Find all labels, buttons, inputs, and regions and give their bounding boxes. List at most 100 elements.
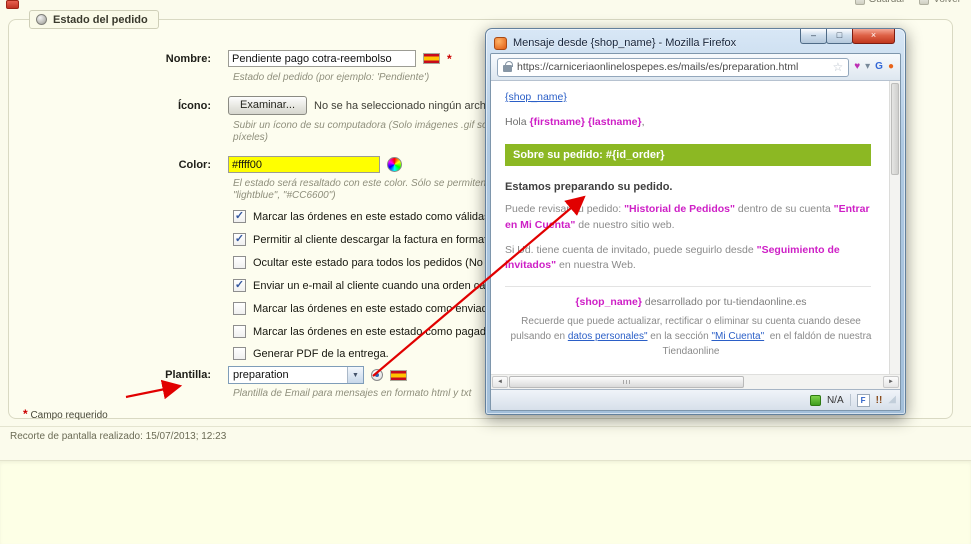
powered-by-text: desarrollado por tu-tiendaonline.es: [641, 296, 807, 308]
color-picker-icon[interactable]: [387, 157, 402, 172]
checkbox-label: Marcar las órdenes en este estado como v…: [253, 210, 493, 223]
color-label: Color:: [178, 158, 211, 171]
save-icon: [854, 0, 865, 5]
status-bar: N/A F !! ◢: [491, 389, 900, 410]
personal-data-link[interactable]: datos personales": [568, 331, 648, 342]
checkbox-row-pdf: Generar PDF de la entrega.: [233, 347, 389, 360]
save-button[interactable]: Guardar: [854, 0, 906, 5]
screenshot-caption: Recorte de pantalla realizado: 15/07/201…: [10, 431, 227, 442]
icon-label: Ícono:: [178, 99, 211, 112]
checkbox-set-shipped[interactable]: [233, 302, 246, 315]
greeting-text: Hola: [505, 116, 530, 128]
template-label: Plantilla:: [165, 369, 211, 381]
checkbox-send-email[interactable]: ✓: [233, 279, 246, 292]
navigation-bar: https://carniceriaonlinelospepes.es/mail…: [491, 54, 900, 81]
required-note-text: Campo requerido: [27, 410, 108, 421]
order-state-icon: [36, 14, 47, 25]
checkbox-generate-delivery-pdf[interactable]: [233, 347, 246, 360]
checkbox-label: Permitir al cliente descargar la factura…: [253, 233, 504, 246]
required-asterisk: *: [447, 51, 452, 66]
name-help: Estado del pedido (por ejemplo: 'Pendien…: [233, 72, 430, 83]
back-button-label: Volver: [933, 0, 961, 5]
history-dropdown-icon[interactable]: ▾: [865, 62, 870, 72]
window-red-icon: [6, 0, 19, 9]
scroll-left-icon[interactable]: ◄: [492, 376, 508, 388]
mi-cuenta-link[interactable]: "Mi Cuenta": [711, 331, 764, 342]
spain-flag-icon[interactable]: [390, 369, 407, 381]
shop-name-link[interactable]: {shop_name}: [505, 91, 567, 103]
google-icon[interactable]: G: [875, 62, 883, 72]
checkbox-row-email: ✓ Enviar un e-mail al cliente cuando una…: [233, 279, 509, 292]
url-field[interactable]: https://carniceriaonlinelospepes.es/mail…: [497, 57, 850, 77]
no-file-text: No se ha seleccionado ningún archivo.: [314, 99, 503, 112]
checkbox-row-hide: Ocultar este estado para todos los pedid…: [233, 256, 507, 269]
checkbox-consider-valid[interactable]: ✓: [233, 210, 246, 223]
vertical-scrollbar[interactable]: [889, 81, 900, 374]
resize-grip-icon[interactable]: ◢: [888, 395, 896, 405]
template-help: Plantilla de Email para mensajes en form…: [233, 388, 472, 399]
checkbox-label: Enviar un e-mail al cliente cuando una o…: [253, 279, 510, 292]
footer-text: en la sección: [647, 331, 712, 342]
greeting-comma: ,: [641, 116, 645, 128]
scroll-right-icon[interactable]: ►: [883, 376, 899, 388]
panel-legend: Estado del pedido: [29, 10, 159, 29]
checkbox-allow-invoice-download[interactable]: ✓: [233, 233, 246, 246]
scrollbar-track[interactable]: [744, 375, 882, 389]
order-history-link[interactable]: "Historial de Pedidos": [624, 203, 735, 215]
admin-toolbar: Guardar Volver: [854, 0, 961, 5]
screenshot-root: Guardar Volver Estado del pedido Nombre:…: [0, 0, 971, 544]
checkbox-label: Ocultar este estado para todos los pedid…: [253, 256, 508, 269]
order-banner: Sobre su pedido: #{id_order}: [505, 144, 871, 166]
bottom-strip: [0, 460, 971, 544]
page-favicon-icon: [494, 36, 507, 50]
firstname-placeholder: {firstname}: [529, 116, 585, 128]
browser-chrome: https://carniceriaonlinelospepes.es/mail…: [490, 53, 901, 411]
name-label: Nombre:: [165, 52, 211, 65]
url-text[interactable]: https://carniceriaonlinelospepes.es/mail…: [517, 61, 798, 73]
p2-text: en nuestra Web.: [556, 259, 636, 272]
paragraph-1: Puede revisar su pedido: "Historial de P…: [505, 202, 877, 234]
close-button[interactable]: ×: [852, 29, 895, 44]
checkbox-set-paid[interactable]: [233, 325, 246, 338]
color-help-line1: El estado será resaltado con este color.…: [233, 178, 522, 189]
antivirus-status-icon[interactable]: [809, 394, 821, 406]
email-preview: {shop_name} Hola {firstname} {lastname},…: [491, 81, 889, 374]
horizontal-scrollbar[interactable]: ◄ ►: [491, 374, 900, 389]
required-note: * Campo requerido: [23, 407, 108, 421]
dropdown-arrow-icon[interactable]: ▼: [347, 367, 363, 383]
minimize-button[interactable]: –: [800, 29, 827, 44]
email-divider: [505, 286, 871, 287]
back-icon: [919, 0, 930, 5]
horizontal-scrollbar-thumb[interactable]: [509, 376, 744, 388]
color-help-line2: "lightblue", "#CC6600"): [233, 190, 336, 201]
firefox-window: Mensaje desde {shop_name} - Mozilla Fire…: [485, 28, 906, 415]
footer-brand: {shop_name} desarrollado por tu-tiendaon…: [505, 296, 877, 308]
browse-button[interactable]: Examinar...: [228, 96, 308, 115]
bookmark-star-icon[interactable]: ☆: [832, 61, 843, 73]
language-radio[interactable]: [371, 369, 383, 381]
checkbox-row-paid: Marcar las órdenes en este estado como p…: [233, 325, 501, 338]
addon-doc-icon[interactable]: F: [856, 393, 870, 407]
email-heading: Estamos preparando su pedido.: [505, 181, 673, 193]
addon-heart-icon[interactable]: ♥: [854, 62, 860, 72]
p1-text: Puede revisar su pedido:: [505, 203, 625, 215]
color-input[interactable]: [228, 156, 380, 173]
spain-flag-icon[interactable]: [423, 53, 440, 64]
shop-name-placeholder: {shop_name}: [575, 296, 642, 308]
vertical-scrollbar-thumb[interactable]: [891, 83, 899, 175]
status-na-label: N/A: [826, 394, 844, 406]
checkbox-row-invoice: ✓ Permitir al cliente descargar la factu…: [233, 233, 504, 246]
status-separator: [849, 394, 851, 406]
save-button-label: Guardar: [869, 0, 906, 5]
template-select[interactable]: preparation ▼: [228, 366, 364, 384]
checkbox-hide-state[interactable]: [233, 256, 246, 269]
back-button[interactable]: Volver: [919, 0, 961, 5]
checkbox-label: Generar PDF de la entrega.: [253, 347, 389, 360]
name-input[interactable]: [228, 50, 416, 67]
window-title: Mensaje desde {shop_name} - Mozilla Fire…: [513, 37, 737, 49]
maximize-button[interactable]: □: [826, 29, 853, 44]
addon-orange-icon[interactable]: ●: [888, 62, 894, 72]
paragraph-2: Si Ud. tiene cuenta de invitado, puede s…: [505, 243, 877, 275]
status-warning: !!: [875, 394, 883, 406]
p1-text: de nuestro sitio web.: [575, 218, 675, 231]
